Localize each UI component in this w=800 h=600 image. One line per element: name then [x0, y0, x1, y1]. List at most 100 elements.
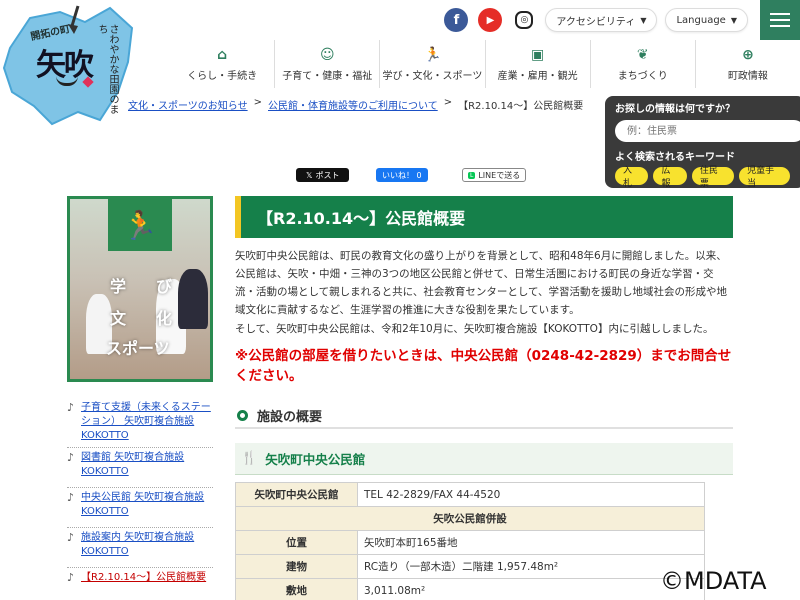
category-banner-image[interactable]: 🏃 学 び 文 化 スポーツ — [67, 196, 213, 382]
rental-notice: ※公民館の部屋を借りたいときは、中央公民館（0248-42-2829）までお問合… — [235, 348, 732, 384]
photo-figure — [178, 269, 208, 329]
table-cell: TEL 42-2829/FAX 44-4520 — [357, 482, 705, 507]
nav-item-learning[interactable]: 🏃 学び・文化・スポーツ — [380, 40, 486, 88]
banner-glyph: 学 — [110, 277, 127, 296]
runner-icon: 🏃 — [424, 46, 442, 63]
watermark: ©MDATA — [660, 567, 767, 595]
facility-info-table: 矢吹町中央公民館 TEL 42-2829/FAX 44-4520 矢吹公民館併設… — [235, 482, 705, 600]
keyword-chip[interactable]: 入札 — [615, 166, 649, 189]
nav-label: まちづくり — [617, 70, 668, 82]
table-cell: 3,011.08m² — [357, 578, 705, 600]
x-post-button[interactable]: 𝕏 ポスト — [296, 168, 350, 182]
breadcrumb-current: 【R2.10.14～】公民館概要 — [458, 101, 584, 112]
music-note-icon: ♪ — [67, 571, 75, 584]
search-input[interactable] — [615, 120, 800, 142]
instagram-icon[interactable]: ◎ — [515, 11, 534, 29]
table-header-cell: 位置 — [235, 530, 358, 555]
section-heading-text: 施設の概要 — [257, 409, 323, 425]
chevron-down-icon: ▼ — [730, 15, 737, 25]
briefcase-icon: ▣ — [530, 46, 545, 63]
section-heading: 施設の概要 — [235, 403, 733, 429]
subsection-heading: 🍴 矢吹町中央公民館 — [235, 443, 733, 475]
nav-label: 学び・文化・スポーツ — [382, 70, 483, 82]
nav-item-town-info[interactable]: ⊕ 町政情報 — [696, 40, 800, 88]
table-header-cell: 建物 — [235, 554, 358, 579]
music-note-icon: ♪ — [67, 491, 75, 504]
like-label: いいね！ 0 — [382, 170, 422, 180]
table-row: 位置 矢吹町本町165番地 — [235, 530, 705, 555]
facebook-icon[interactable]: f — [444, 8, 469, 32]
breadcrumb-separator: > — [253, 97, 262, 108]
x-post-label: ポスト — [315, 170, 340, 180]
youtube-icon[interactable]: ▶ — [478, 8, 503, 32]
baby-icon: ☺ — [319, 46, 335, 63]
accessibility-button[interactable]: アクセシビリティ ▼ — [545, 8, 658, 32]
search-panel: お探しの情報は何ですか？ よく検索されるキーワード 入札 広報 住民票 児童手当 — [605, 96, 800, 189]
language-button[interactable]: Language ▼ — [665, 8, 748, 32]
table-cell: RC造り（一部木造）二階建 1,957.48m² — [357, 554, 705, 579]
list-item: ♪ 【R2.10.14～】公民館概要 — [67, 568, 213, 600]
runner-icon: 🏃 — [108, 199, 172, 251]
nav-item-living[interactable]: ⌂ くらし・手続き — [170, 40, 276, 88]
sidebar-link[interactable]: 子育て支援（未来くるステーション） 矢吹町複合施設KOKOTTO — [81, 401, 213, 443]
table-header-cell: 矢吹町中央公民館 — [235, 482, 358, 507]
list-item: ♪ 中央公民館 矢吹町複合施設KOKOTTO — [67, 488, 213, 528]
hamburger-icon[interactable] — [760, 0, 800, 40]
line-label: LINEで送る — [478, 170, 521, 180]
global-nav: ⌂ くらし・手続き ☺ 子育て・健康・福祉 🏃 学び・文化・スポーツ ▣ 産業・… — [170, 40, 800, 88]
keyword-list: 入札 広報 住民票 児童手当 — [615, 166, 795, 189]
table-full-cell: 矢吹公民館併設 — [235, 506, 705, 531]
table-row: 建物 RC造り（一部木造）二階建 1,957.48m² — [235, 554, 705, 579]
town-logo[interactable]: 開拓の町 矢吹 さわやかな田園のまち — [0, 0, 140, 130]
banner-glyph: 文 — [110, 309, 127, 328]
music-note-icon: ♪ — [67, 401, 75, 414]
table-row: 矢吹公民館併設 — [235, 506, 705, 531]
nav-item-town-planning[interactable]: ❦ まちづくり — [591, 40, 696, 88]
intro-paragraph: 矢吹町中央公民館は、町民の教育文化の盛り上がりを背景として、昭和48年6月に開館… — [235, 250, 728, 316]
music-note-icon: ♪ — [67, 531, 75, 544]
header-utilities: f ▶ ◎ アクセシビリティ ▼ Language ▼ — [444, 0, 800, 40]
facebook-like-button[interactable]: いいね！ 0 — [376, 168, 428, 182]
site-header: 開拓の町 矢吹 さわやかな田園のまち f ▶ ◎ アクセシビリティ ▼ Lang… — [0, 0, 800, 126]
globe-icon: ⊕ — [742, 46, 754, 63]
keyword-chip[interactable]: 住民票 — [691, 166, 735, 189]
table-header-cell: 敷地 — [235, 578, 358, 600]
banner-glyph: スポーツ — [106, 339, 170, 358]
page-title: 【R2.10.14～】公民館概要 — [235, 196, 733, 238]
accessibility-label: アクセシビリティ — [556, 16, 636, 28]
nav-item-childcare[interactable]: ☺ 子育て・健康・福祉 — [275, 40, 381, 88]
keyword-chip[interactable]: 児童手当 — [739, 166, 790, 189]
search-question: お探しの情報は何ですか？ — [615, 104, 735, 115]
table-cell: 矢吹町本町165番地 — [357, 530, 705, 555]
list-item: ♪ 子育て支援（未来くるステーション） 矢吹町複合施設KOKOTTO — [67, 398, 213, 448]
bullet-circle-icon — [237, 409, 248, 421]
banner-glyph: 化 — [156, 309, 173, 328]
nav-label: 産業・雇用・観光 — [497, 70, 578, 82]
x-icon: 𝕏 — [306, 170, 313, 180]
relocation-paragraph: そして、矢吹町中央公民館は、令和2年10月に、矢吹町複合施設【KOKOTTO】内… — [235, 323, 714, 335]
breadcrumb-separator: > — [443, 97, 453, 108]
nav-label: くらし・手続き — [187, 70, 258, 82]
sidebar-link[interactable]: 施設案内 矢吹町複合施設KOKOTTO — [81, 531, 213, 563]
line-share-button[interactable]: L LINEで送る — [462, 168, 527, 182]
sidebar-link[interactable]: 中央公民館 矢吹町複合施設KOKOTTO — [81, 491, 213, 523]
breadcrumb-parent-link[interactable]: 公民館・体育施設等のご利用について — [268, 97, 438, 112]
fork-knife-icon: 🍴 — [241, 451, 258, 466]
list-item: ♪ 施設案内 矢吹町複合施設KOKOTTO — [67, 528, 213, 568]
nav-label: 町政情報 — [727, 70, 768, 82]
table-row: 矢吹町中央公民館 TEL 42-2829/FAX 44-4520 — [235, 482, 705, 507]
chevron-down-icon: ▼ — [640, 15, 647, 25]
sidebar-link-active[interactable]: 【R2.10.14～】公民館概要 — [81, 571, 206, 600]
nav-item-industry[interactable]: ▣ 産業・雇用・観光 — [486, 40, 591, 88]
keyword-chip[interactable]: 広報 — [653, 166, 687, 189]
list-item: ♪ 図書館 矢吹町複合施設KOKOTTO — [67, 448, 213, 488]
banner-glyph: び — [156, 277, 173, 296]
nav-label: 子育て・健康・福祉 — [282, 70, 373, 82]
music-note-icon: ♪ — [67, 451, 75, 464]
breadcrumb-section-link[interactable]: 文化・スポーツのお知らせ — [128, 97, 248, 112]
line-icon: L — [468, 171, 476, 179]
leaf-icon: ❦ — [636, 46, 649, 63]
breadcrumb: ホー 文化・スポーツのお知らせ > 公民館・体育施設等のご利用について > 【R… — [66, 97, 584, 112]
house-icon: ⌂ — [217, 46, 228, 63]
sidebar-link[interactable]: 図書館 矢吹町複合施設KOKOTTO — [81, 451, 213, 483]
